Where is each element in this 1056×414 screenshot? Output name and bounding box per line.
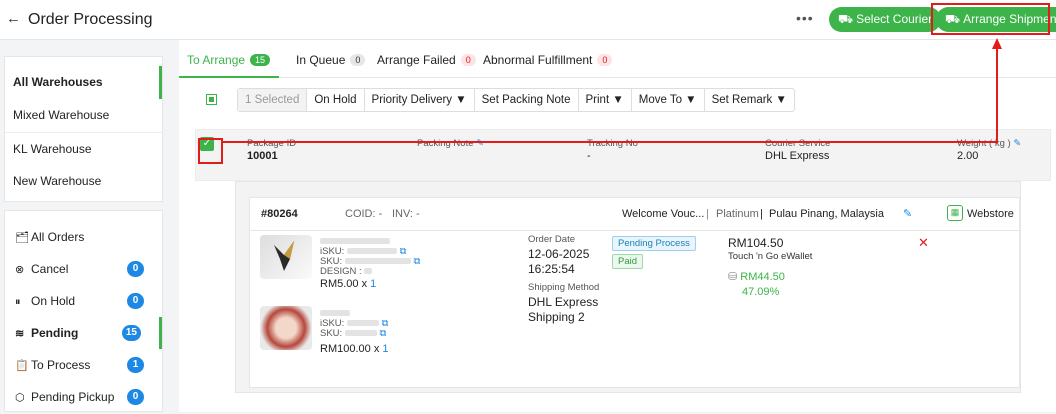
order-time: 16:25:54 <box>528 262 575 276</box>
order-number[interactable]: #80264 <box>261 208 298 220</box>
edit-icon[interactable]: ✎ <box>903 207 912 220</box>
edit-icon[interactable]: ✎ <box>476 138 484 149</box>
order-header: #80264 COID: - INV: - Welcome Vouc... | … <box>249 197 1020 231</box>
highlight-box <box>198 138 223 164</box>
store-name: Webstore <box>967 208 1014 220</box>
move-to-dropdown[interactable]: Move To ▼ <box>630 89 704 111</box>
product-image <box>260 235 312 279</box>
count-badge: 15 <box>121 325 141 341</box>
priority-delivery-dropdown[interactable]: Priority Delivery ▼ <box>363 89 474 111</box>
package-icon: ⬡ <box>15 392 25 404</box>
tab-to-arrange[interactable]: To Arrange 15 <box>187 53 271 67</box>
tab-in-queue[interactable]: In Queue 0 <box>296 53 366 67</box>
clipboard-icon: 📋 <box>15 360 29 372</box>
archive-icon: 🗂 <box>15 232 29 244</box>
warehouse-panel: All Warehouses Mixed Warehouse KL Wareho… <box>4 56 163 202</box>
courier-service: DHL Express <box>765 150 830 162</box>
payment-method: Touch 'n Go eWallet <box>728 251 813 262</box>
tab-abnormal-fulfillment[interactable]: Abnormal Fulfillment 0 <box>483 53 613 67</box>
select-courier-button[interactable]: ⛟ Select Courier <box>829 7 942 32</box>
page-title: Order Processing <box>28 11 153 28</box>
pause-icon: ⏸ <box>15 296 21 308</box>
tab-arrange-failed[interactable]: Arrange Failed 0 <box>377 53 476 67</box>
shipping-method: DHL Express <box>528 295 599 309</box>
paid-badge: Paid <box>612 254 644 269</box>
sidebar-item-to-process[interactable]: 📋 To Process 1 <box>5 349 162 381</box>
store-icon: ▦ <box>947 205 963 221</box>
count-badge: 1 <box>127 357 144 373</box>
tracking-number: - <box>587 150 591 162</box>
highlight-box <box>931 3 1050 35</box>
copy-icon: ⧉ <box>413 256 421 267</box>
count-badge: 0 <box>460 54 476 66</box>
voucher: Welcome Vouc... <box>622 208 705 220</box>
count-badge: 0 <box>127 293 144 309</box>
status-badge: Pending Process <box>612 236 696 251</box>
warehouse-item-mixed[interactable]: Mixed Warehouse <box>5 99 162 132</box>
warehouse-item-new[interactable]: New Warehouse <box>5 165 162 198</box>
warehouse-item-kl[interactable]: KL Warehouse <box>5 132 162 165</box>
more-options-icon[interactable]: ••• <box>796 10 814 26</box>
sidebar-item-all-orders[interactable]: 🗂 All Orders <box>5 221 162 253</box>
order-amount: RM104.50 <box>728 236 784 250</box>
layers-icon: ≋ <box>15 328 25 340</box>
item-price: RM5.00 x 1 <box>320 278 377 290</box>
order-card: #80264 COID: - INV: - Welcome Vouc... | … <box>235 181 1021 393</box>
package-id: 10001 <box>247 150 278 162</box>
order-body: iSKU: ⧉ SKU: ⧉ DESIGN : RM5.00 x 1 iSKU:… <box>249 231 1020 388</box>
annotation-line <box>996 48 998 143</box>
count-badge: 0 <box>127 389 144 405</box>
back-arrow-icon[interactable]: ← <box>6 10 21 27</box>
count-badge: 0 <box>350 54 366 66</box>
copy-icon: ⧉ <box>379 328 387 339</box>
product-image <box>260 306 312 350</box>
item-price: RM100.00 x 1 <box>320 343 389 355</box>
product-thumbnail-icon <box>274 241 294 271</box>
package-row: ✓ Package ID 10001 Packing Note ✎ Tracki… <box>195 129 1051 181</box>
cancel-icon: ⊗ <box>15 264 25 276</box>
profit-percent: 47.09% <box>742 286 780 298</box>
remove-icon[interactable]: ✕ <box>918 235 929 251</box>
tab-bar: To Arrange 15 In Queue 0 Arrange Failed 0 A… <box>179 40 1056 78</box>
sidebar-item-on-hold[interactable]: ⏸ On Hold 0 <box>5 285 162 317</box>
set-remark-dropdown[interactable]: Set Remark ▼ <box>703 89 794 111</box>
shipping-location: Pulau Pinang, Malaysia <box>769 208 884 220</box>
on-hold-button[interactable]: On Hold <box>306 89 363 111</box>
annotation-line <box>223 141 998 143</box>
top-bar: ← Order Processing ••• ⛟ Select Courier ⛟… <box>0 0 1056 40</box>
select-all-checkbox[interactable] <box>206 94 217 105</box>
profit-amount: ⛁ RM44.50 <box>728 271 785 283</box>
count-badge: 15 <box>250 54 271 66</box>
sidebar-item-pending[interactable]: ≋ Pending 15 <box>5 317 162 349</box>
truck-icon: ⛟ <box>838 12 854 26</box>
edit-icon[interactable]: ✎ <box>1013 138 1021 149</box>
main-panel: To Arrange 15 In Queue 0 Arrange Failed 0 A… <box>179 40 1056 412</box>
warehouse-item-all[interactable]: All Warehouses <box>5 66 162 99</box>
order-date: 12-06-2025 <box>528 247 590 261</box>
selected-count: 1 Selected <box>238 89 307 111</box>
order-status-panel: 🗂 All Orders ⊗ Cancel 0 ⏸ On Hold 0 ≋ Pendin… <box>4 210 163 412</box>
count-badge: 0 <box>127 261 144 277</box>
sidebar-item-cancel[interactable]: ⊗ Cancel 0 <box>5 253 162 285</box>
member-tier: Platinum <box>716 208 759 220</box>
coins-icon: ⛁ <box>728 271 738 283</box>
sidebar-item-pending-pickup[interactable]: ⬡ Pending Pickup 0 <box>5 381 162 413</box>
bulk-action-toolbar: 1 Selected On Hold Priority Delivery ▼ S… <box>237 88 795 112</box>
weight-value: 2.00 <box>957 150 979 162</box>
count-badge: 0 <box>597 54 613 66</box>
set-packing-note-button[interactable]: Set Packing Note <box>473 89 578 111</box>
print-dropdown[interactable]: Print ▼ <box>577 89 631 111</box>
active-tab-indicator <box>179 76 279 78</box>
